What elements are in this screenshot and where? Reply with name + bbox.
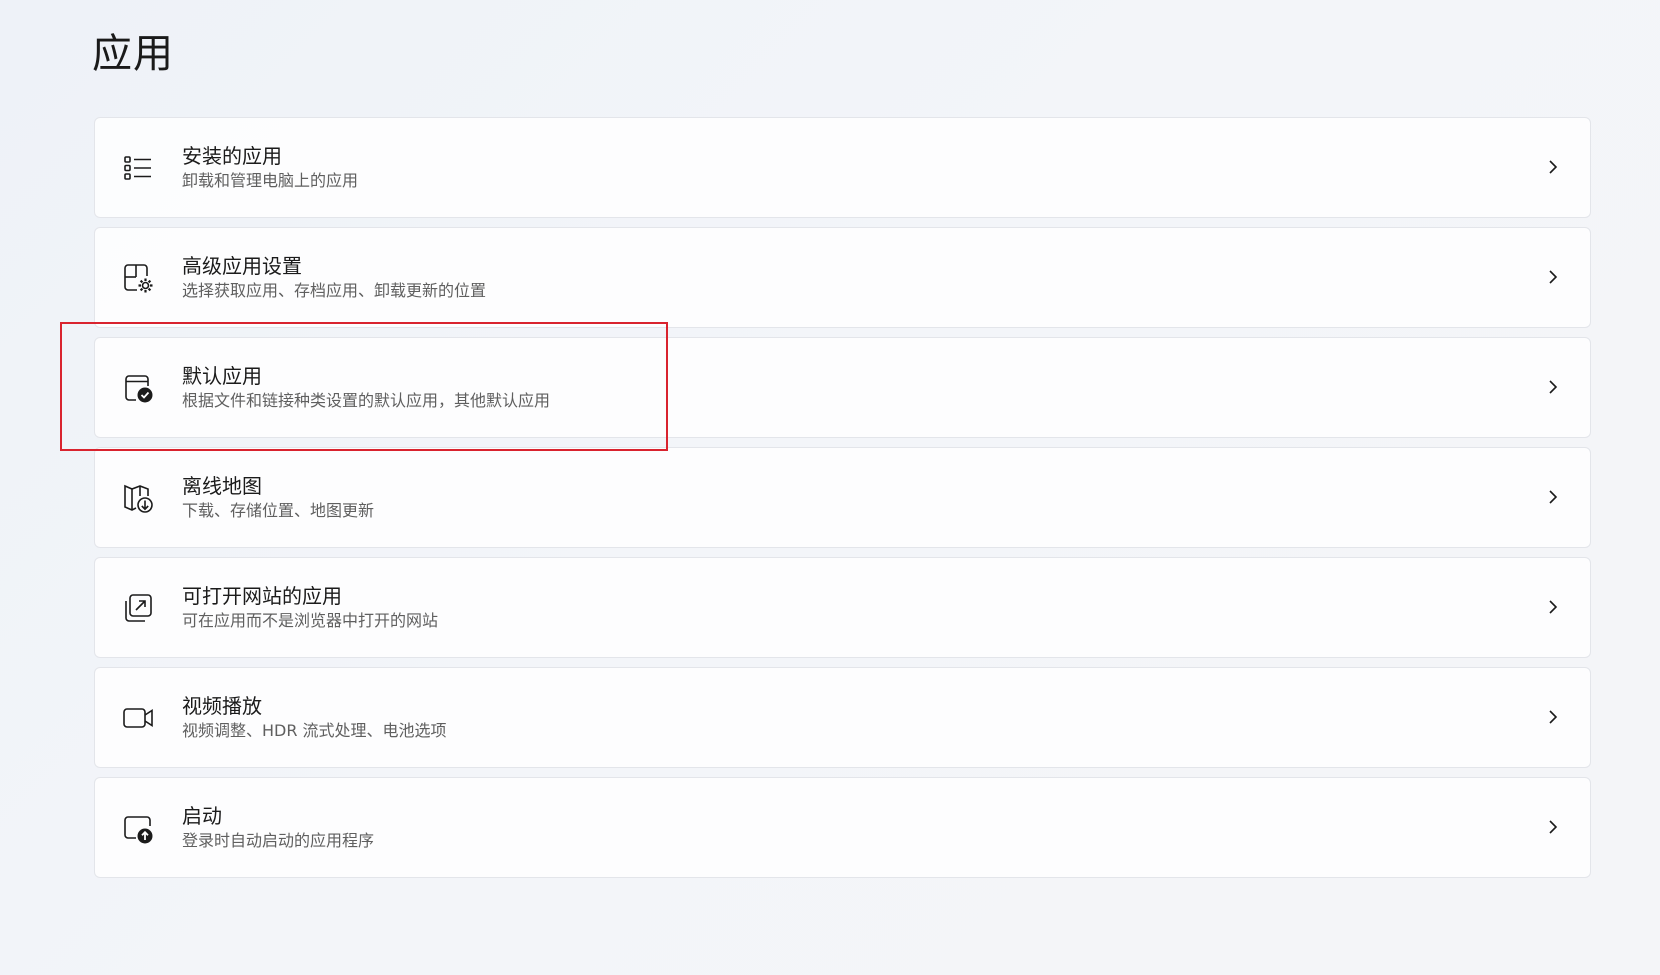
default-apps-item[interactable]: 默认应用 根据文件和链接种类设置的默认应用，其他默认应用 <box>94 337 1591 438</box>
video-playback-item[interactable]: 视频播放 视频调整、HDR 流式处理、电池选项 <box>94 667 1591 768</box>
chevron-right-icon <box>1546 266 1560 288</box>
item-title: 视频播放 <box>182 694 262 718</box>
item-title: 高级应用设置 <box>182 254 302 278</box>
offline-maps-item[interactable]: 离线地图 下载、存储位置、地图更新 <box>94 447 1591 548</box>
item-title: 默认应用 <box>182 364 262 388</box>
chevron-right-icon <box>1546 816 1560 838</box>
advanced-app-settings-item[interactable]: 高级应用设置 选择获取应用、存档应用、卸载更新的位置 <box>94 227 1591 328</box>
item-description: 下载、存储位置、地图更新 <box>182 501 375 520</box>
chevron-right-icon <box>1546 376 1560 398</box>
item-description: 卸载和管理电脑上的应用 <box>182 171 359 190</box>
item-title: 启动 <box>182 804 222 828</box>
app-settings-gear-icon <box>121 261 155 295</box>
item-title: 可打开网站的应用 <box>182 584 342 608</box>
item-title: 安装的应用 <box>182 144 282 168</box>
apps-for-websites-item[interactable]: 可打开网站的应用 可在应用而不是浏览器中打开的网站 <box>94 557 1591 658</box>
startup-app-icon <box>121 811 155 845</box>
chevron-right-icon <box>1546 596 1560 618</box>
item-description: 选择获取应用、存档应用、卸载更新的位置 <box>182 281 487 300</box>
installed-apps-item[interactable]: 安装的应用 卸载和管理电脑上的应用 <box>94 117 1591 218</box>
default-app-check-icon <box>121 371 155 405</box>
item-title: 离线地图 <box>182 474 262 498</box>
item-description: 根据文件和链接种类设置的默认应用，其他默认应用 <box>182 391 551 410</box>
apps-list-icon <box>121 151 155 185</box>
item-description: 视频调整、HDR 流式处理、电池选项 <box>182 721 447 740</box>
startup-item[interactable]: 启动 登录时自动启动的应用程序 <box>94 777 1591 878</box>
offline-map-download-icon <box>121 481 155 515</box>
chevron-right-icon <box>1546 156 1560 178</box>
item-description: 可在应用而不是浏览器中打开的网站 <box>182 611 439 630</box>
chevron-right-icon <box>1546 706 1560 728</box>
item-description: 登录时自动启动的应用程序 <box>182 831 375 850</box>
chevron-right-icon <box>1546 486 1560 508</box>
settings-list: 安装的应用 卸载和管理电脑上的应用 高级应用设置 选择获取应用、存档应用、卸载更… <box>94 117 1591 887</box>
page-title: 应用 <box>92 31 174 77</box>
video-camera-icon <box>121 701 155 735</box>
open-website-icon <box>121 591 155 625</box>
